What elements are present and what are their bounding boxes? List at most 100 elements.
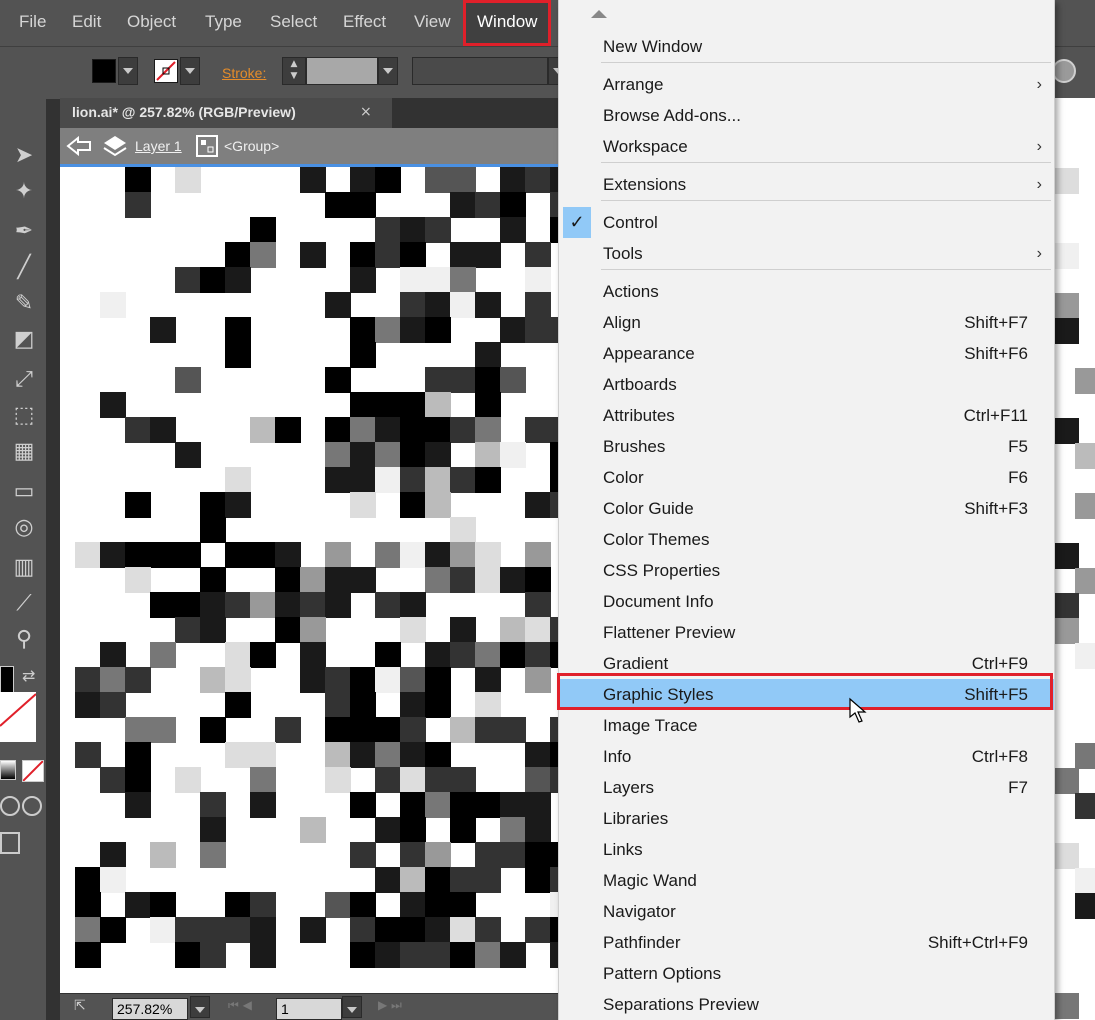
fill-swatch[interactable] bbox=[92, 59, 116, 83]
menu-edit[interactable]: Edit bbox=[72, 0, 101, 46]
menu-item-color-themes[interactable]: Color Themes bbox=[559, 524, 1054, 555]
scale-tool-icon[interactable]: ⤢ bbox=[10, 366, 38, 394]
graph-tool-icon[interactable]: ▥ bbox=[10, 554, 38, 582]
menu-item-control[interactable]: ✓ Control bbox=[559, 207, 1054, 238]
menu-window[interactable]: Window bbox=[463, 0, 552, 46]
pen-tool-icon[interactable]: ✒ bbox=[10, 218, 38, 246]
menu-item-layers[interactable]: Layers F7 bbox=[559, 772, 1054, 803]
swap-colors-icon[interactable]: ⇄ bbox=[22, 666, 42, 686]
draw-inside-icon[interactable] bbox=[22, 796, 42, 816]
scroll-up-icon[interactable] bbox=[591, 10, 607, 18]
menu-item-flattener-preview[interactable]: Flattener Preview bbox=[559, 617, 1054, 648]
menu-item-pattern-options[interactable]: Pattern Options bbox=[559, 958, 1054, 989]
artwork-pixel bbox=[425, 167, 451, 193]
menu-item-extensions[interactable]: Extensions › bbox=[559, 169, 1054, 200]
menu-object[interactable]: Object bbox=[127, 0, 176, 46]
menu-item-new-window[interactable]: New Window bbox=[559, 31, 1054, 62]
zoom-field[interactable]: 257.82% bbox=[112, 998, 188, 1020]
artwork-pixel bbox=[525, 592, 551, 618]
first-artboard-icon[interactable]: ⏮ ◀ bbox=[228, 998, 252, 1013]
menu-item-label: Magic Wand bbox=[603, 871, 697, 890]
menu-item-attributes[interactable]: Attributes Ctrl+F11 bbox=[559, 400, 1054, 431]
menu-separator bbox=[601, 162, 1051, 163]
eraser-tool-icon[interactable]: ◩ bbox=[10, 326, 38, 354]
menu-effect[interactable]: Effect bbox=[343, 0, 386, 46]
artwork-pixel bbox=[225, 592, 251, 618]
menu-item-document-info[interactable]: Document Info bbox=[559, 586, 1054, 617]
menu-item-arrange[interactable]: Arrange › bbox=[559, 69, 1054, 100]
artboard-field[interactable]: 1 bbox=[276, 998, 342, 1020]
stroke-weight-stepper[interactable]: ▲ ▼ bbox=[282, 57, 306, 85]
artwork-pixel bbox=[425, 417, 451, 443]
slice-tool-icon[interactable]: ⟋ bbox=[10, 590, 38, 618]
none-mode-icon[interactable] bbox=[22, 760, 44, 782]
menu-item-tools[interactable]: Tools › bbox=[559, 238, 1054, 269]
group-breadcrumb[interactable]: <Group> bbox=[224, 128, 279, 164]
menu-item-separations-preview[interactable]: Separations Preview bbox=[559, 989, 1054, 1020]
stroke-label[interactable]: Stroke: bbox=[222, 65, 266, 81]
stroke-weight-input[interactable] bbox=[306, 57, 378, 85]
menu-item-artboards[interactable]: Artboards bbox=[559, 369, 1054, 400]
line-tool-icon[interactable]: ╱ bbox=[10, 254, 38, 282]
menu-item-links[interactable]: Links bbox=[559, 834, 1054, 865]
back-arrow-icon[interactable] bbox=[66, 136, 92, 156]
stroke-color-box[interactable] bbox=[0, 692, 37, 742]
artboard-canvas[interactable] bbox=[60, 167, 560, 993]
menu-item-brushes[interactable]: Brushes F5 bbox=[559, 431, 1054, 462]
artwork-pixel bbox=[300, 592, 326, 618]
artwork-pixel bbox=[225, 917, 251, 943]
menu-item-pathfinder[interactable]: Pathfinder Shift+Ctrl+F9 bbox=[559, 927, 1054, 958]
menu-select[interactable]: Select bbox=[270, 0, 317, 46]
gradient-mode-icon[interactable] bbox=[0, 760, 16, 780]
artwork-pixel bbox=[150, 542, 176, 568]
variable-width-profile[interactable] bbox=[412, 57, 548, 85]
menu-item-appearance[interactable]: Appearance Shift+F6 bbox=[559, 338, 1054, 369]
stroke-swatch[interactable] bbox=[154, 59, 178, 83]
layer-breadcrumb[interactable]: Layer 1 bbox=[135, 128, 182, 164]
tab-close-icon[interactable]: × bbox=[360, 98, 372, 126]
artwork-pixel bbox=[475, 542, 501, 568]
menu-type[interactable]: Type bbox=[205, 0, 242, 46]
zoom-dropdown[interactable] bbox=[190, 996, 210, 1018]
paintbrush-tool-icon[interactable]: ✎ bbox=[10, 290, 38, 318]
artwork-pixel bbox=[425, 842, 451, 868]
menu-file[interactable]: File bbox=[19, 0, 46, 46]
menu-item-magic-wand[interactable]: Magic Wand bbox=[559, 865, 1054, 896]
menu-item-actions[interactable]: Actions bbox=[559, 276, 1054, 307]
draw-mode-icon[interactable] bbox=[0, 796, 20, 816]
menu-item-image-trace[interactable]: Image Trace bbox=[559, 710, 1054, 741]
artwork-pixel bbox=[150, 417, 176, 443]
menu-item-browse-add-ons[interactable]: Browse Add-ons... bbox=[559, 100, 1054, 131]
menu-item-info[interactable]: Info Ctrl+F8 bbox=[559, 741, 1054, 772]
menu-item-navigator[interactable]: Navigator bbox=[559, 896, 1054, 927]
artboard-dropdown[interactable] bbox=[342, 996, 362, 1018]
menu-item-css-properties[interactable]: CSS Properties bbox=[559, 555, 1054, 586]
shape-builder-tool-icon[interactable]: ◎ bbox=[10, 514, 38, 542]
menu-item-workspace[interactable]: Workspace › bbox=[559, 131, 1054, 162]
artwork-pixel bbox=[375, 767, 401, 793]
menu-item-libraries[interactable]: Libraries bbox=[559, 803, 1054, 834]
stroke-dropdown[interactable] bbox=[180, 57, 200, 85]
menu-item-label: Tools bbox=[603, 244, 643, 263]
gradient-tool-icon[interactable]: ▭ bbox=[10, 478, 38, 506]
recolor-icon[interactable] bbox=[1052, 59, 1076, 83]
artwork-pixel bbox=[200, 267, 226, 293]
free-transform-tool-icon[interactable]: ⬚ bbox=[10, 402, 38, 430]
share-icon[interactable]: ⇱ bbox=[74, 998, 94, 1016]
menu-view[interactable]: View bbox=[414, 0, 451, 46]
perspective-grid-tool-icon[interactable]: ▦ bbox=[10, 438, 38, 466]
checkmark-icon: ✓ bbox=[563, 207, 591, 238]
magic-wand-tool-icon[interactable]: ✦ bbox=[10, 178, 38, 206]
screen-mode-icon[interactable] bbox=[0, 832, 20, 854]
menu-item-color[interactable]: Color F6 bbox=[559, 462, 1054, 493]
artwork-pixel bbox=[400, 892, 426, 918]
menu-item-color-guide[interactable]: Color Guide Shift+F3 bbox=[559, 493, 1054, 524]
zoom-tool-icon[interactable]: ⚲ bbox=[10, 626, 38, 654]
fill-dropdown[interactable] bbox=[118, 57, 138, 85]
last-artboard-icon[interactable]: ▶ ⏭ bbox=[378, 998, 402, 1013]
artwork-pixel bbox=[500, 942, 526, 968]
selection-tool-icon[interactable]: ➤ bbox=[10, 142, 38, 170]
tab-lion[interactable]: lion.ai* @ 257.82% (RGB/Preview) bbox=[60, 98, 392, 128]
stroke-weight-dropdown[interactable] bbox=[378, 57, 398, 85]
menu-item-align[interactable]: Align Shift+F7 bbox=[559, 307, 1054, 338]
